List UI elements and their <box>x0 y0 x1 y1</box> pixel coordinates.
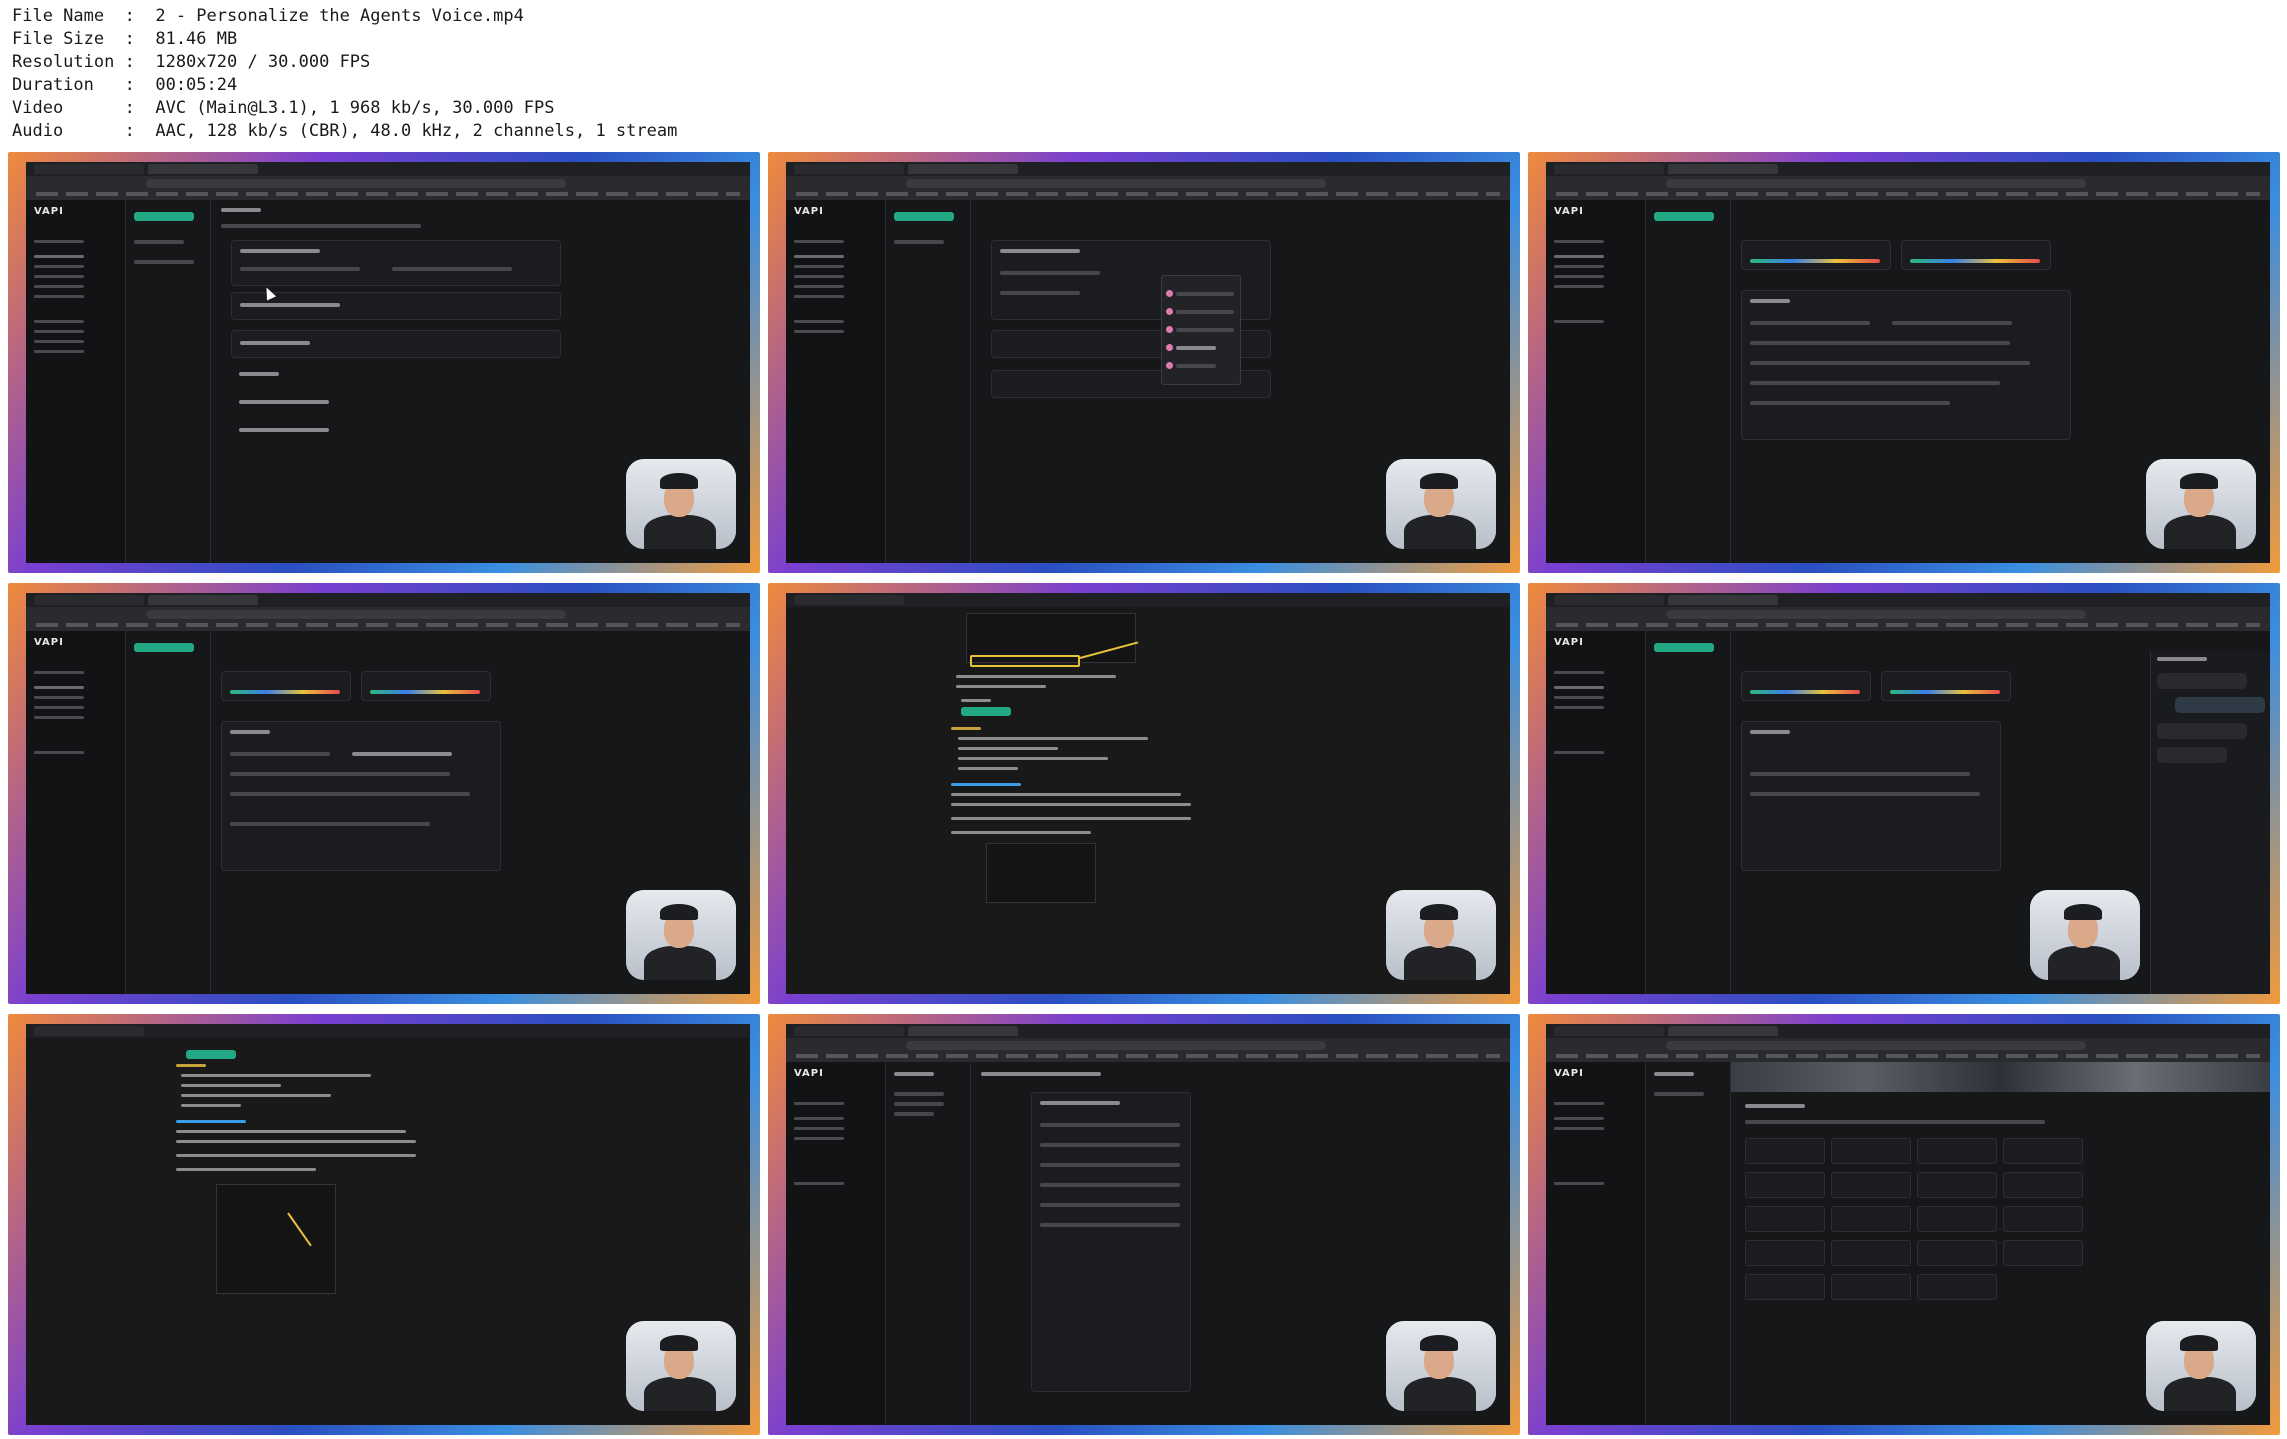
browser-window: VAPI <box>1546 593 2270 994</box>
webcam-overlay <box>1386 1321 1496 1411</box>
create-assistant-button[interactable] <box>134 643 194 652</box>
thumbnail-2[interactable]: VAPI <box>768 152 1520 573</box>
duration-row: Duration : 00:05:24 <box>12 75 237 95</box>
voice-banner <box>1731 1062 2270 1092</box>
document-window <box>26 1024 750 1425</box>
webcam-overlay <box>2146 1321 2256 1411</box>
call-transcript-panel <box>2150 651 2270 994</box>
create-assistant-button[interactable] <box>1654 643 1714 652</box>
vapi-logo: VAPI <box>34 637 64 648</box>
create-assistant-button[interactable] <box>1654 212 1714 221</box>
row-value: 00:05:24 <box>155 75 238 95</box>
thumbnail-4[interactable]: VAPI <box>8 583 760 1004</box>
thumbnail-9[interactable]: VAPI <box>1528 1014 2280 1435</box>
row-value: 81.46 MB <box>155 29 238 49</box>
vapi-logo: VAPI <box>1554 1068 1584 1079</box>
vapi-logo: VAPI <box>794 1068 824 1079</box>
webcam-overlay <box>626 459 736 549</box>
video-row: Video : AVC (Main@L3.1), 1 968 kb/s, 30.… <box>12 98 555 118</box>
row-value: AAC, 128 kb/s (CBR), 48.0 kHz, 2 channel… <box>155 121 678 141</box>
file-info-header: File Name : 2 - Personalize the Agents V… <box>0 0 2287 152</box>
row-label: Audio <box>12 121 115 141</box>
vapi-logo: VAPI <box>1554 206 1584 217</box>
browser-window: VAPI <box>26 162 750 563</box>
row-label: File Name <box>12 6 115 26</box>
webcam-overlay <box>1386 890 1496 980</box>
browser-window: VAPI <box>26 593 750 994</box>
voice-dropdown[interactable] <box>1161 275 1241 385</box>
create-assistant-button[interactable] <box>894 212 954 221</box>
row-label: Video <box>12 98 115 118</box>
thumbnail-1[interactable]: VAPI <box>8 152 760 573</box>
resolution-row: Resolution : 1280x720 / 30.000 FPS <box>12 52 370 72</box>
file-name-row: File Name : 2 - Personalize the Agents V… <box>12 6 524 26</box>
webcam-overlay <box>2146 459 2256 549</box>
row-value: 2 - Personalize the Agents Voice.mp4 <box>155 6 524 26</box>
thumbnail-3[interactable]: VAPI <box>1528 152 2280 573</box>
webcam-overlay <box>2030 890 2140 980</box>
vapi-logo: VAPI <box>1554 637 1584 648</box>
file-size-row: File Size : 81.46 MB <box>12 29 237 49</box>
vapi-logo: VAPI <box>34 206 64 217</box>
row-label: Duration <box>12 75 115 95</box>
browser-window: VAPI <box>786 162 1510 563</box>
row-label: File Size <box>12 29 115 49</box>
webcam-overlay <box>1386 459 1496 549</box>
thumbnail-5[interactable] <box>768 583 1520 1004</box>
row-separator: : <box>124 75 135 95</box>
row-label: Resolution <box>12 52 115 72</box>
create-assistant-button[interactable] <box>134 212 194 221</box>
webcam-overlay <box>626 890 736 980</box>
row-value: 1280x720 / 30.000 FPS <box>155 52 371 72</box>
browser-window: VAPI <box>786 1024 1510 1425</box>
thumbnail-7[interactable] <box>8 1014 760 1435</box>
browser-window: VAPI <box>1546 162 2270 563</box>
row-separator: : <box>124 98 135 118</box>
row-separator: : <box>124 29 135 49</box>
thumbnail-6[interactable]: VAPI <box>1528 583 2280 1004</box>
row-separator: : <box>124 52 135 72</box>
row-value: AVC (Main@L3.1), 1 968 kb/s, 30.000 FPS <box>155 98 555 118</box>
webcam-overlay <box>626 1321 736 1411</box>
row-separator: : <box>124 121 135 141</box>
sidebar: VAPI <box>26 200 126 563</box>
vapi-logo: VAPI <box>794 206 824 217</box>
document-window <box>786 593 1510 994</box>
audio-row: Audio : AAC, 128 kb/s (CBR), 48.0 kHz, 2… <box>12 121 677 141</box>
thumbnail-8[interactable]: VAPI <box>768 1014 1520 1435</box>
browser-window: VAPI <box>1546 1024 2270 1425</box>
row-separator: : <box>124 6 135 26</box>
